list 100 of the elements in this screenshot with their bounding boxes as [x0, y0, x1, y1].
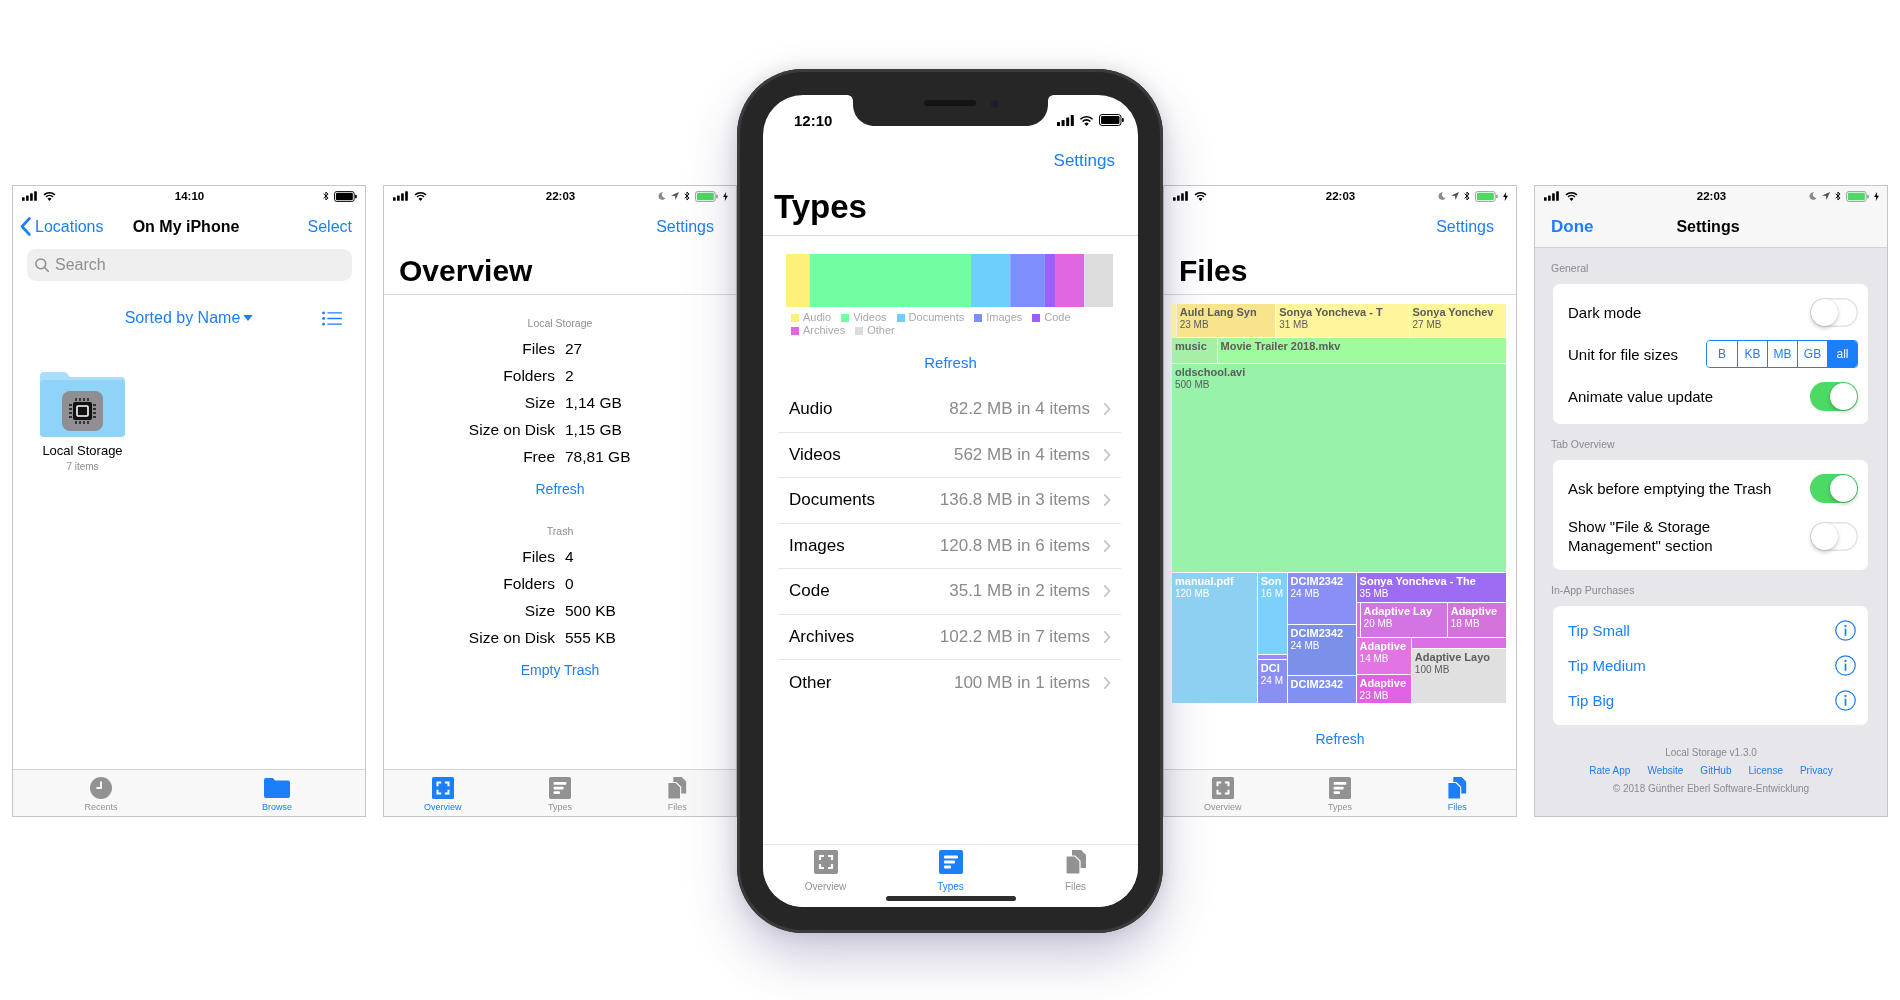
type-name: Other — [789, 672, 833, 693]
treemap-tile[interactable]: DCI 24 M — [1257, 660, 1287, 703]
tab[interactable]: Files — [1398, 770, 1516, 813]
section-header: In-App Purchases — [1550, 583, 1636, 598]
treemap-tile[interactable]: oldschool.avi 500 MB — [1172, 364, 1506, 573]
type-name: Documents — [789, 490, 876, 511]
tile-name: Adaptive Layo — [1414, 651, 1492, 665]
text-lines-icon — [549, 777, 571, 799]
stat-value: 555 KB — [565, 628, 617, 648]
treemap-tile[interactable] — [1411, 637, 1506, 649]
section-header: Trash — [546, 524, 574, 538]
treemap-tile[interactable]: Adaptive Layo 100 MB — [1411, 649, 1506, 703]
type-summary: 136.8 MB in 3 items — [939, 490, 1090, 511]
tab[interactable]: Types — [1281, 770, 1399, 813]
treemap-tile[interactable]: Movie Trailer 2018.mkv — [1217, 338, 1506, 363]
tip-link[interactable]: Tip Big — [1568, 691, 1615, 710]
toggle-switch[interactable] — [1810, 381, 1858, 411]
stat-label: Files — [521, 339, 555, 359]
stat-label: Size — [523, 601, 555, 621]
tip-link[interactable]: Tip Small — [1568, 621, 1630, 640]
tab[interactable]: Files — [1013, 845, 1138, 893]
status-time: 22:03 — [1696, 190, 1727, 202]
footer-link[interactable]: License — [1748, 762, 1783, 780]
tile-size: 18 MB — [1450, 617, 1481, 629]
type-name: Audio — [789, 399, 834, 420]
text-button[interactable]: Empty Trash — [520, 660, 600, 680]
toggle-switch[interactable] — [1810, 297, 1858, 327]
toggle-switch[interactable] — [1810, 521, 1858, 551]
done-button[interactable]: Done — [1542, 216, 1594, 237]
list-view-icon[interactable] — [322, 310, 342, 326]
tile-size: 35 MB — [1359, 588, 1390, 600]
info-icon[interactable] — [1835, 620, 1856, 641]
tile-size: 20 MB — [1363, 617, 1394, 629]
chevron-right-icon[interactable] — [1103, 493, 1111, 508]
tab[interactable]: Overview — [1164, 770, 1282, 813]
treemap-tile[interactable]: Sonya Yonchev 27 MB — [1409, 304, 1506, 338]
tab[interactable]: Files — [618, 770, 736, 813]
info-icon[interactable] — [1835, 655, 1856, 676]
treemap-tile[interactable]: Adaptive 14 MB — [1356, 637, 1411, 674]
tab[interactable]: Types — [501, 770, 619, 813]
tab[interactable]: Browse — [189, 770, 365, 813]
footer-link[interactable]: Rate App — [1589, 762, 1631, 780]
nav-button[interactable]: Settings — [1436, 217, 1494, 236]
treemap-tile[interactable]: Adaptive Lay 20 MB — [1360, 602, 1447, 637]
refresh-button[interactable]: Refresh — [1315, 729, 1365, 749]
nav-button[interactable]: Settings — [656, 217, 714, 236]
treemap-tile[interactable] — [1172, 304, 1176, 338]
toggle-switch[interactable] — [1810, 473, 1858, 503]
treemap-tile[interactable] — [1356, 602, 1360, 637]
treemap-tile[interactable]: DCIM2342 24 MB — [1287, 573, 1356, 624]
tile-name: DCIM2342 — [1290, 626, 1345, 640]
segment-button[interactable]: all — [1827, 341, 1857, 367]
tile-name: Adaptive Lay — [1363, 604, 1434, 618]
status-time: 12:10 — [794, 111, 834, 129]
text-button[interactable]: Refresh — [535, 479, 585, 499]
tile-size: 23 MB — [1179, 319, 1210, 330]
nav-button[interactable]: Settings — [1053, 151, 1115, 171]
tile-size: 27 MB — [1412, 319, 1443, 330]
tile-size: 24 MB — [1290, 588, 1321, 600]
lightning-bolt-icon — [1503, 191, 1508, 201]
chevron-right-icon[interactable] — [1103, 584, 1111, 599]
treemap-tile[interactable] — [1257, 654, 1287, 660]
status-time: 22:03 — [545, 190, 576, 202]
treemap-tile[interactable]: Auld Lang Syn 23 MB — [1176, 304, 1276, 338]
footer-link[interactable]: Website — [1647, 762, 1684, 780]
tip-link[interactable]: Tip Medium — [1568, 656, 1646, 675]
clock-icon — [90, 777, 112, 799]
chevron-right-icon[interactable] — [1103, 402, 1111, 417]
tile-name: Son — [1260, 575, 1283, 589]
treemap-tile[interactable]: Sonya Yoncheva - T 31 MB — [1276, 304, 1409, 338]
stat-label: Folders — [502, 366, 555, 386]
treemap-tile[interactable]: DCIM2342 — [1287, 676, 1356, 703]
treemap-tile[interactable]: Sonya Yoncheva - The 35 MB — [1356, 573, 1506, 602]
folder-chip-icon[interactable] — [40, 372, 125, 437]
chevron-right-icon[interactable] — [1103, 629, 1111, 644]
treemap-tile[interactable]: music — [1172, 338, 1217, 363]
tab[interactable]: Overview — [763, 845, 888, 893]
sort-button[interactable]: Sorted by Name — [124, 309, 254, 327]
search-field[interactable]: Search — [27, 249, 352, 281]
tab[interactable]: Types — [888, 845, 1013, 893]
chevron-right-icon[interactable] — [1103, 447, 1111, 462]
chevron-right-icon[interactable] — [1103, 675, 1111, 690]
footer-link[interactable]: GitHub — [1700, 762, 1732, 780]
chevron-right-icon[interactable] — [1103, 538, 1111, 553]
refresh-button[interactable]: Refresh — [924, 353, 977, 373]
stat-value: 1,15 GB — [565, 420, 623, 440]
nav-title: On My iPhone — [132, 217, 240, 236]
tile-name: Sonya Yonchev — [1412, 306, 1495, 319]
stat-label: Size on Disk — [467, 420, 555, 440]
treemap-tile[interactable]: Adaptive 18 MB — [1447, 602, 1506, 637]
tab[interactable]: Overview — [384, 770, 502, 813]
nav-button[interactable]: Select — [307, 217, 352, 236]
treemap-tile[interactable]: Adaptive 23 MB — [1356, 674, 1411, 703]
lightning-bolt-icon — [723, 191, 728, 201]
back-button[interactable]: Locations — [20, 217, 104, 236]
treemap-tile[interactable]: DCIM2342 24 MB — [1287, 624, 1356, 675]
tab[interactable]: Recents — [13, 770, 189, 813]
wifi-icon — [1565, 191, 1578, 201]
footer-link[interactable]: Privacy — [1799, 762, 1833, 780]
info-icon[interactable] — [1835, 690, 1856, 711]
